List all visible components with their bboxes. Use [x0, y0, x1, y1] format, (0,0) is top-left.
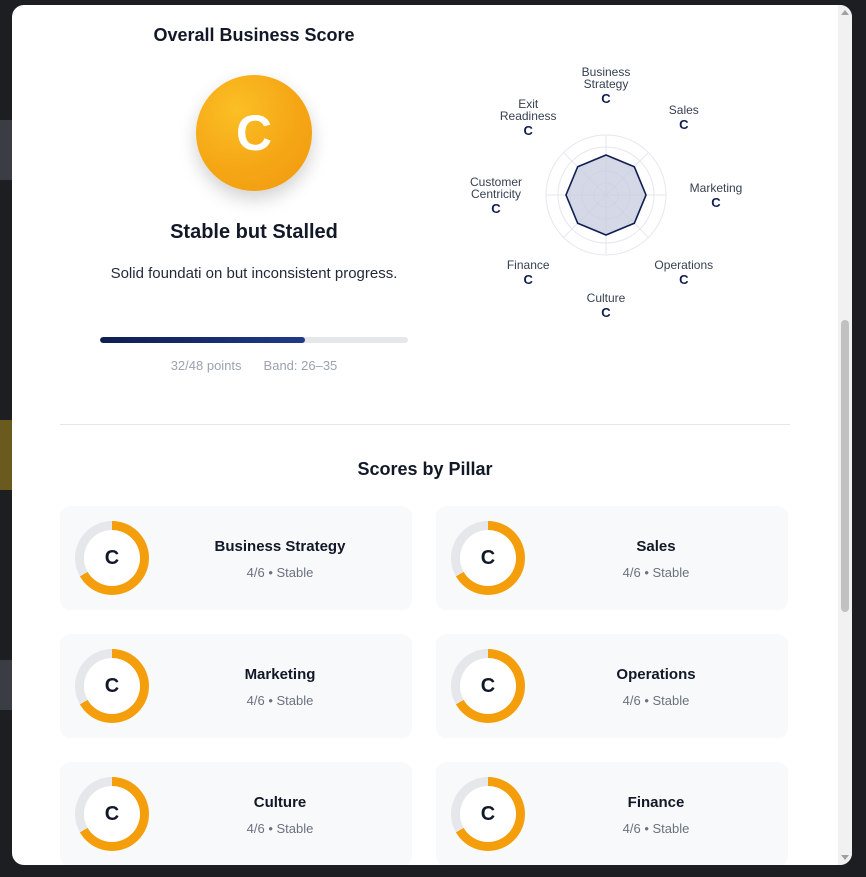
pillar-name: Business Strategy	[214, 538, 346, 555]
pillar-name: Sales	[636, 538, 676, 555]
radar-axis-grade: C	[601, 304, 611, 320]
radar-axis-label: Operations C	[654, 259, 713, 286]
points-row: 32/48 points Band: 26–35	[100, 358, 408, 373]
pillar-score-ring: C	[75, 777, 149, 851]
pillar-score-ring: C	[451, 521, 525, 595]
radar-axis-grade: C	[679, 272, 689, 288]
radar-axis-label-text: Readiness	[499, 108, 557, 123]
pillar-grade: C	[84, 530, 140, 586]
backdrop-stripe	[0, 420, 12, 490]
radar-axis-grade: C	[711, 194, 721, 210]
pillar-name: Finance	[627, 794, 685, 811]
radar-axis-grade: C	[491, 200, 501, 216]
radar-score-polygon	[565, 154, 647, 236]
pillars-title: Scores by Pillar	[357, 459, 493, 479]
backdrop-stripe	[0, 660, 12, 710]
section-divider	[60, 424, 790, 425]
radar-axis-label-text: Operations	[654, 258, 714, 273]
band-text: Band: 26–35	[263, 358, 338, 373]
status-title: Stable but Stalled	[170, 221, 338, 243]
pillar-card[interactable]: C Sales 4/6 • Stable	[436, 506, 788, 610]
radar-axis-label: Marketing C	[690, 182, 743, 209]
pillar-detail: 4/6 • Stable	[622, 565, 690, 580]
score-modal: Overall Business Score C Stable but Stal…	[12, 5, 852, 865]
radar-axis-label-text: Centricity	[470, 186, 522, 201]
radar-axis-label-text: Marketing	[689, 180, 743, 195]
radar-chart: Business Strategy C Sales C Marketing C Operati…	[432, 45, 762, 345]
radar-axis-label: Business Strategy C	[582, 66, 631, 105]
overall-score-title: Overall Business Score	[153, 25, 355, 45]
scroll-up-arrow-icon[interactable]	[841, 10, 849, 15]
pillar-name: Culture	[253, 794, 307, 811]
radar-axis-grade: C	[523, 122, 533, 138]
radar-axis-label-text: Strategy	[583, 76, 629, 91]
score-progress-fill	[100, 337, 306, 343]
pillar-detail: 4/6 • Stable	[246, 565, 314, 580]
overall-grade-letter: C	[235, 105, 273, 161]
scroll-down-arrow-icon[interactable]	[841, 855, 849, 860]
pillar-detail: 4/6 • Stable	[622, 821, 690, 836]
radar-axis-label-text: Culture	[586, 290, 626, 305]
pillar-detail: 4/6 • Stable	[246, 693, 314, 708]
points-text: 32/48 points	[170, 358, 242, 373]
status-description: Solid foundati on but inconsistent progr…	[110, 265, 398, 282]
scrollbar-thumb[interactable]	[841, 320, 849, 612]
pillar-detail: 4/6 • Stable	[246, 821, 314, 836]
radar-axis-grade: C	[679, 116, 689, 132]
pillar-grade: C	[460, 658, 516, 714]
pillar-card[interactable]: C Marketing 4/6 • Stable	[60, 634, 412, 738]
pillar-card[interactable]: C Operations 4/6 • Stable	[436, 634, 788, 738]
pillar-score-ring: C	[75, 649, 149, 723]
pillar-grade: C	[460, 786, 516, 842]
radar-axis-label-text: Sales	[668, 102, 699, 117]
pillar-detail: 4/6 • Stable	[622, 693, 690, 708]
backdrop-stripe	[0, 120, 12, 180]
scrollbar[interactable]	[838, 5, 852, 865]
radar-axis-grade: C	[523, 272, 533, 288]
pillar-name: Operations	[616, 666, 696, 683]
overall-grade-badge: C	[196, 75, 312, 191]
radar-axis-grade: C	[601, 90, 611, 106]
radar-axis-label-text: Finance	[506, 258, 550, 273]
pillar-grade: C	[84, 658, 140, 714]
radar-axis-label: Culture C	[587, 292, 626, 319]
score-progress-bar	[100, 337, 408, 343]
pillar-grade: C	[460, 530, 516, 586]
radar-axis-label: Exit Readiness C	[500, 98, 557, 137]
radar-axis-label: Sales C	[669, 104, 699, 131]
pillar-card[interactable]: C Finance 4/6 • Stable	[436, 762, 788, 865]
pillar-card[interactable]: C Culture 4/6 • Stable	[60, 762, 412, 865]
pillar-card[interactable]: C Business Strategy 4/6 • Stable	[60, 506, 412, 610]
pillar-score-ring: C	[451, 649, 525, 723]
pillar-score-ring: C	[75, 521, 149, 595]
pillar-grade: C	[84, 786, 140, 842]
pillar-score-ring: C	[451, 777, 525, 851]
radar-axis-label: Finance C	[507, 259, 550, 286]
radar-axis-label: Customer Centricity C	[470, 176, 522, 215]
pillar-name: Marketing	[244, 666, 316, 683]
